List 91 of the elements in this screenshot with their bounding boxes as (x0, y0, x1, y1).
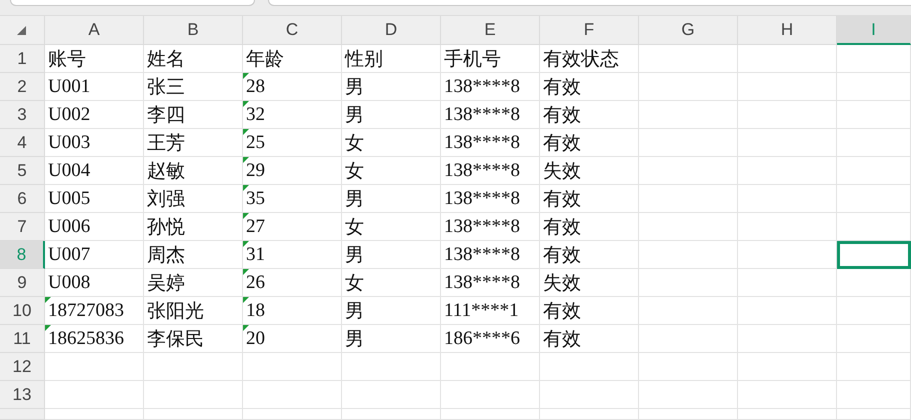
table-cell: 李保民 (144, 325, 243, 353)
table-cell: 失效 (540, 157, 639, 185)
column-header[interactable]: H (738, 16, 837, 45)
table-cell: 吴婷 (144, 269, 243, 297)
row-header[interactable]: 9 (0, 269, 45, 297)
table-cell: U006 (45, 213, 144, 241)
table-cell: 有效 (540, 73, 639, 101)
table-cell: 男 (342, 101, 441, 129)
table-cell: 138****8 (441, 129, 540, 157)
table-cell: 张三 (144, 73, 243, 101)
table-cell: 29 (243, 157, 342, 185)
table-cell: U001 (45, 73, 144, 101)
table-cell: 失效 (540, 269, 639, 297)
row-header[interactable]: 11 (0, 325, 45, 353)
table-cell: 20 (243, 325, 342, 353)
row-header[interactable]: 7 (0, 213, 45, 241)
table-cell: 李四 (144, 101, 243, 129)
table-cell: 账号 (45, 45, 144, 73)
table-cell: 刘强 (144, 185, 243, 213)
table-cell: U003 (45, 129, 144, 157)
row-header[interactable]: 3 (0, 101, 45, 129)
table-cell: 有效 (540, 185, 639, 213)
table-cell: 男 (342, 297, 441, 325)
table-cell: 有效 (540, 325, 639, 353)
tab[interactable] (268, 0, 911, 6)
table-cell: 姓名 (144, 45, 243, 73)
table-cell: 有效状态 (540, 45, 639, 73)
row-header[interactable]: 2 (0, 73, 45, 101)
table-cell: 有效 (540, 129, 639, 157)
table-cell: 31 (243, 241, 342, 269)
row-header[interactable]: 1 (0, 45, 45, 73)
table-cell: 孙悦 (144, 213, 243, 241)
row-header[interactable]: 13 (0, 381, 45, 409)
table-cell: 女 (342, 269, 441, 297)
table-cell: 18625836 (45, 325, 144, 353)
select-all-icon[interactable] (17, 26, 26, 35)
table-cell: 138****8 (441, 101, 540, 129)
table-cell: 女 (342, 213, 441, 241)
table-cell: 138****8 (441, 213, 540, 241)
table-cell: 周杰 (144, 241, 243, 269)
table-cell: 有效 (540, 213, 639, 241)
row-header[interactable]: 5 (0, 157, 45, 185)
table-cell: 手机号 (441, 45, 540, 73)
table-cell: 27 (243, 213, 342, 241)
row-header[interactable]: 10 (0, 297, 45, 325)
table-cell: 年龄 (243, 45, 342, 73)
row-header[interactable]: 4 (0, 129, 45, 157)
table-cell: U005 (45, 185, 144, 213)
table-cell: 32 (243, 101, 342, 129)
column-header[interactable]: D (342, 16, 441, 45)
table-cell: 男 (342, 241, 441, 269)
table-cell: U007 (45, 241, 144, 269)
selected-cell[interactable] (837, 241, 911, 269)
table-cell: 138****8 (441, 185, 540, 213)
table-cell: 王芳 (144, 129, 243, 157)
column-header[interactable]: A (45, 16, 144, 45)
table-cell: 35 (243, 185, 342, 213)
table-cell: 性别 (342, 45, 441, 73)
row-header[interactable]: 6 (0, 185, 45, 213)
table-cell: 男 (342, 325, 441, 353)
table-cell: 138****8 (441, 157, 540, 185)
table-cell: 男 (342, 185, 441, 213)
row-header[interactable]: 12 (0, 353, 45, 381)
row-header[interactable] (0, 409, 45, 420)
column-header[interactable]: B (144, 16, 243, 45)
table-cell: 男 (342, 73, 441, 101)
table-cell: U008 (45, 269, 144, 297)
table-cell: 25 (243, 129, 342, 157)
table-cell: 26 (243, 269, 342, 297)
table-cell: 有效 (540, 241, 639, 269)
table-cell: 28 (243, 73, 342, 101)
column-header[interactable]: F (540, 16, 639, 45)
table-cell: 赵敏 (144, 157, 243, 185)
column-header[interactable]: E (441, 16, 540, 45)
table-cell: 138****8 (441, 73, 540, 101)
table-cell: 18 (243, 297, 342, 325)
table-cell: 18727083 (45, 297, 144, 325)
table-cell: 女 (342, 157, 441, 185)
table-cell: 138****8 (441, 241, 540, 269)
table-cell: U002 (45, 101, 144, 129)
tab[interactable] (10, 0, 255, 6)
table-cell: U004 (45, 157, 144, 185)
table-cell: 有效 (540, 101, 639, 129)
column-header[interactable]: G (639, 16, 738, 45)
table-cell: 138****8 (441, 269, 540, 297)
column-header[interactable]: C (243, 16, 342, 45)
table-cell: 186****6 (441, 325, 540, 353)
table-cell: 有效 (540, 297, 639, 325)
table-cell: 111****1 (441, 297, 540, 325)
table-cell: 张阳光 (144, 297, 243, 325)
table-cell: 女 (342, 129, 441, 157)
